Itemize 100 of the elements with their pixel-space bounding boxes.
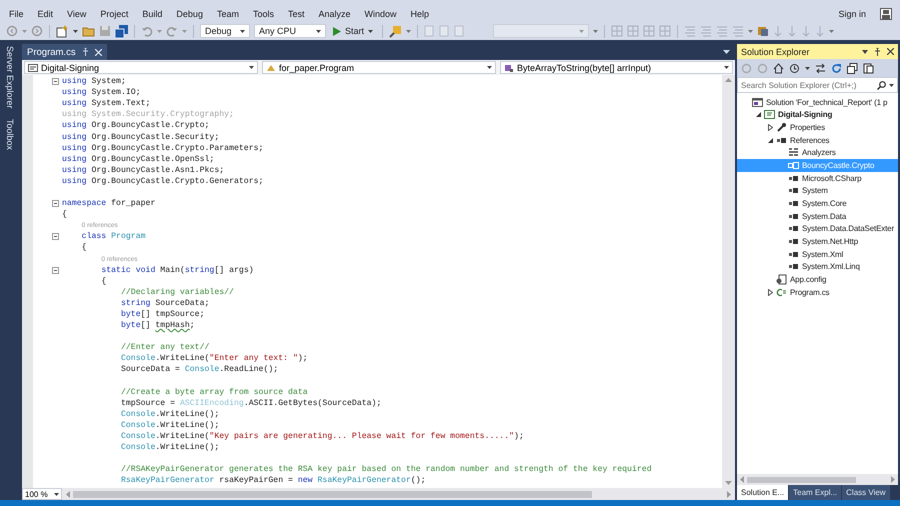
- menu-item[interactable]: Help: [404, 9, 436, 19]
- menu-item[interactable]: Team: [210, 9, 246, 19]
- tree-item[interactable]: References: [737, 134, 898, 147]
- tree-item[interactable]: Digital-Signing: [737, 108, 898, 122]
- code-line: Console.WriteLine();: [120, 410, 220, 419]
- menu-item[interactable]: Edit: [30, 9, 60, 19]
- code-line: //RSAKeyPairGenerator generates the RSA key pair based on the random number and strength of the key required: [120, 465, 652, 474]
- expanded-arrow-icon[interactable]: [768, 138, 772, 143]
- dropdown-caret-icon[interactable]: [862, 50, 868, 54]
- scroll-up-icon[interactable]: [725, 78, 732, 82]
- collapse-all-icon[interactable]: [847, 62, 858, 74]
- pin-icon[interactable]: [874, 48, 881, 56]
- tree-item[interactable]: Properties: [737, 121, 898, 134]
- redo-icon[interactable]: [166, 25, 178, 37]
- account-icon[interactable]: [880, 8, 892, 20]
- list-icon[interactable]: [716, 25, 728, 37]
- tree-item[interactable]: System: [737, 184, 898, 198]
- menu-item[interactable]: Window: [358, 9, 404, 19]
- sign-in-link[interactable]: Sign in: [838, 9, 866, 19]
- caret-icon: [157, 30, 162, 32]
- code-line: RsaKeyPairGenerator rsaKeyPairGen = new RsaKeyPairGenerator();: [120, 476, 426, 486]
- history-icon[interactable]: [789, 62, 800, 74]
- scroll-right-icon[interactable]: [727, 490, 731, 498]
- arrow-down-icon[interactable]: [787, 25, 798, 37]
- forward-icon[interactable]: [757, 62, 768, 74]
- code-line: string SourceData;: [120, 298, 210, 308]
- collapse-icon[interactable]: [52, 266, 59, 274]
- tree-item[interactable]: System.Net.Http: [737, 235, 898, 248]
- tree-item[interactable]: Solution 'For_technical_Report' (1 p: [737, 96, 898, 109]
- navigation-dropdown[interactable]: Digital-Signing: [24, 61, 258, 74]
- tab-list-caret-icon[interactable]: [723, 50, 730, 54]
- panel-tab[interactable]: Class View: [842, 485, 890, 500]
- search-field[interactable]: Search Solution Explorer (Ctrl+;): [737, 77, 898, 93]
- vertical-scrollbar[interactable]: [722, 75, 735, 488]
- horizontal-scrollbar[interactable]: [62, 488, 735, 500]
- save-icon[interactable]: [99, 25, 111, 37]
- show-all-files-icon[interactable]: [863, 62, 874, 74]
- code-line: tmpSource = ASCIIEncoding.ASCII.GetBytes(SourceData);: [120, 398, 382, 408]
- back-icon[interactable]: [6, 25, 18, 37]
- collapsed-arrow-icon[interactable]: [768, 124, 772, 132]
- forward-icon[interactable]: [31, 25, 43, 37]
- start-button[interactable]: Start: [330, 26, 376, 36]
- collapse-icon[interactable]: [52, 78, 59, 86]
- tree-item[interactable]: System.Xml: [737, 248, 898, 261]
- menu-item[interactable]: Tools: [246, 9, 281, 19]
- expanded-arrow-icon[interactable]: [756, 112, 760, 118]
- tree-item[interactable]: Program.cs: [737, 286, 898, 298]
- panel-tab[interactable]: Solution E...: [737, 485, 788, 500]
- side-tab[interactable]: Server Explorer: [5, 46, 15, 109]
- tree-item[interactable]: System.Core: [737, 197, 898, 210]
- navigation-dropdown[interactable]: for_paper.Program: [262, 61, 496, 74]
- scroll-left-icon[interactable]: [66, 490, 70, 498]
- horizontal-scrollbar[interactable]: [737, 474, 898, 485]
- close-icon[interactable]: [887, 48, 894, 55]
- tree-item[interactable]: System.Xml.Linq: [737, 260, 898, 274]
- platform-dropdown[interactable]: Any CPU: [254, 24, 326, 38]
- open-folder-icon[interactable]: [82, 25, 95, 37]
- tree-item[interactable]: Microsoft.CSharp: [737, 172, 898, 185]
- refresh-icon[interactable]: [831, 62, 842, 74]
- zoom-dropdown[interactable]: 100 %: [22, 488, 62, 500]
- scroll-down-icon[interactable]: [725, 481, 732, 485]
- code-line: using Org.BouncyCastle.Crypto;: [62, 121, 210, 130]
- tree-item[interactable]: System.Data: [737, 210, 898, 223]
- menu-item[interactable]: Project: [93, 9, 136, 19]
- grid-icon[interactable]: [627, 25, 640, 37]
- tree-item[interactable]: System.Data.DataSetExter: [737, 222, 898, 236]
- scroll-right-icon[interactable]: [891, 476, 895, 483]
- menu-item[interactable]: Analyze: [312, 9, 358, 19]
- code-line: using System.Security.Cryptography;: [62, 110, 234, 120]
- menu-item[interactable]: View: [60, 9, 94, 19]
- save-all-icon[interactable]: [115, 24, 128, 38]
- undo-icon[interactable]: [141, 25, 153, 37]
- menu-item[interactable]: Build: [135, 9, 170, 19]
- collapse-icon[interactable]: [52, 233, 59, 240]
- tree-item[interactable]: Analyzers: [737, 146, 898, 160]
- home-icon[interactable]: [773, 62, 784, 74]
- method-icon: [504, 62, 514, 72]
- find-icon[interactable]: [389, 24, 402, 38]
- code-line: using Org.BouncyCastle.Asn1.Pkcs;: [62, 166, 224, 175]
- new-project-icon[interactable]: [56, 24, 69, 38]
- code-line: Console.WriteLine("Enter any text: ");: [120, 354, 308, 364]
- document-icon[interactable]: [424, 25, 436, 37]
- code-line: using Org.BouncyCastle.Crypto.Generators;: [62, 176, 264, 186]
- scroll-left-icon[interactable]: [740, 476, 744, 483]
- menu-item[interactable]: File: [2, 9, 31, 19]
- search-icon[interactable]: [877, 80, 886, 90]
- panel-tab[interactable]: Team Expl...: [789, 485, 842, 500]
- menu-item[interactable]: Test: [280, 9, 312, 19]
- back-icon[interactable]: [741, 62, 752, 74]
- menu-item[interactable]: Debug: [169, 9, 210, 19]
- code-line: //Declaring variables//: [120, 288, 234, 297]
- collapse-icon[interactable]: [52, 200, 59, 208]
- layout-icon[interactable]: [611, 25, 624, 37]
- collapsed-arrow-icon[interactable]: [768, 288, 772, 296]
- side-tab[interactable]: Toolbox: [5, 118, 15, 150]
- tree-item[interactable]: App.config: [737, 273, 898, 286]
- configuration-dropdown[interactable]: Debug: [200, 24, 250, 38]
- bookmark-icon[interactable]: [757, 25, 770, 37]
- sync-icon[interactable]: [815, 62, 826, 74]
- navigation-dropdown[interactable]: ByteArrayToString(byte[] arrInput): [500, 61, 733, 74]
